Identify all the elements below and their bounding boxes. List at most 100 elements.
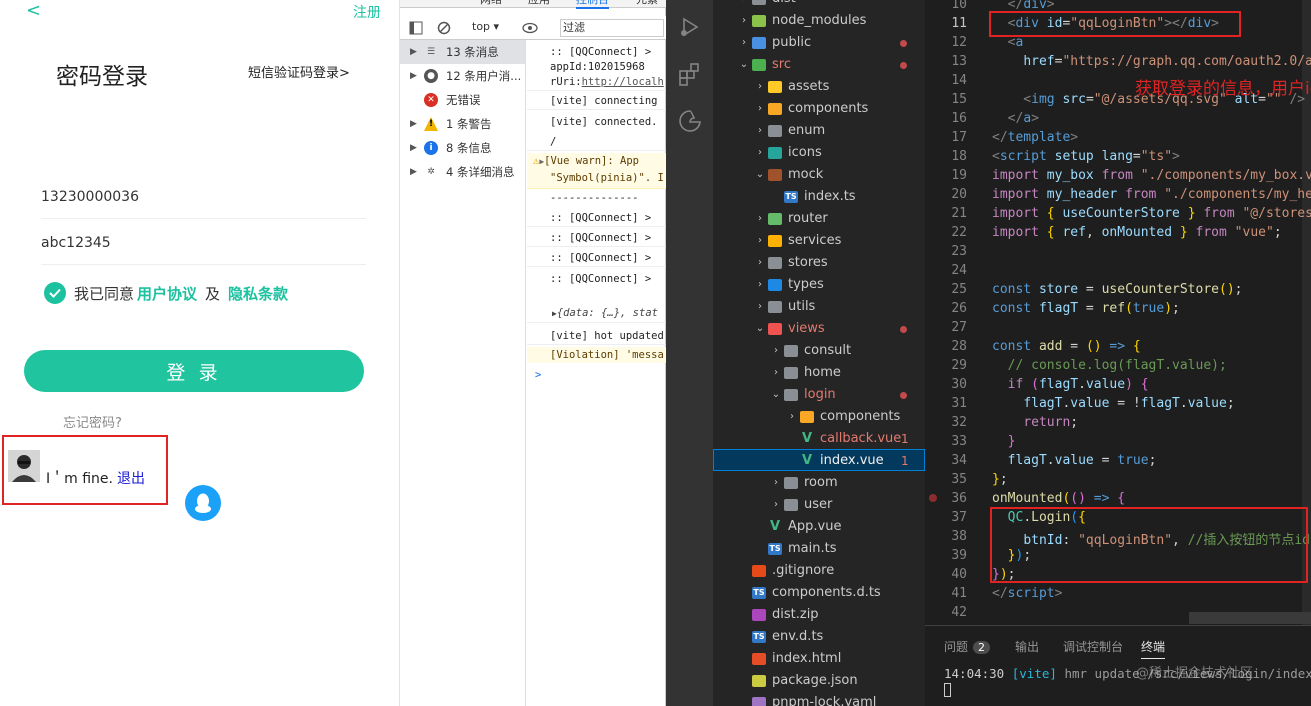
console-prompt[interactable]: > (527, 367, 666, 383)
run-debug-icon[interactable] (677, 14, 703, 40)
expand-arrow-icon[interactable]: ▶ (410, 47, 424, 57)
chevron-right-icon[interactable]: › (752, 252, 768, 274)
tab-application[interactable]: 应用 (528, 0, 550, 7)
register-link[interactable]: 注册 (353, 2, 381, 22)
explorer-item[interactable]: pnpm-lock.yaml (736, 692, 876, 706)
line-number: 39 (951, 548, 967, 563)
code-editor[interactable]: </div> <div id="qqLoginBtn"></div> <a hr… (925, 0, 1311, 625)
explorer-item[interactable]: › enum (752, 120, 825, 142)
explorer-item[interactable]: dist.zip (736, 604, 819, 626)
back-arrow-icon[interactable]: < (26, 0, 41, 21)
chevron-right-icon[interactable]: › (784, 406, 800, 428)
tab-network[interactable]: 网络 (480, 0, 502, 7)
explorer-item[interactable]: V App.vue (752, 516, 842, 538)
explorer-item[interactable]: Vindex.vue 1 (784, 450, 909, 472)
extensions-icon[interactable] (677, 62, 703, 88)
explorer-item[interactable]: › node_modules (736, 10, 866, 32)
explorer-item[interactable]: ⌄ mock (752, 164, 824, 186)
explorer-item[interactable]: › services (752, 230, 841, 252)
sidebar-item-messages[interactable]: ▶ ☰ 13 条消息 (400, 40, 525, 64)
explorer-item[interactable]: ⌄ views (752, 318, 907, 340)
console-object[interactable]: ▶{data: {…}, stat (527, 305, 666, 323)
chevron-down-icon[interactable]: ⌄ (752, 318, 768, 340)
chevron-right-icon[interactable]: › (736, 10, 752, 32)
chevron-right-icon[interactable]: › (752, 296, 768, 318)
sidebar-toggle-icon[interactable] (409, 21, 423, 35)
explorer-item[interactable]: .gitignore (736, 560, 834, 582)
context-select[interactable]: top ▾ (472, 20, 499, 33)
chevron-right-icon[interactable]: › (752, 230, 768, 252)
privacy-link[interactable]: 隐私条款 (228, 283, 288, 304)
explorer-item[interactable]: › components (752, 98, 868, 120)
explorer-item[interactable]: › icons (752, 142, 822, 164)
explorer-item[interactable]: › types (752, 274, 824, 296)
horizontal-scrollbar[interactable] (1189, 612, 1311, 624)
explorer-item[interactable]: TS main.ts (752, 538, 836, 560)
tab-problems[interactable]: 问题 2 (944, 638, 991, 655)
explorer-item[interactable]: package.json (736, 670, 858, 692)
console-warning[interactable]: ⚠▶[Vue warn]: App "Symbol(pinia)". I (527, 153, 666, 189)
chevron-right-icon[interactable]: › (752, 98, 768, 120)
chevron-right-icon[interactable]: › (768, 494, 784, 516)
explorer-item[interactable]: › public (736, 32, 907, 54)
user-agreement-link[interactable]: 用户协议 (137, 283, 197, 304)
expand-arrow-icon[interactable]: ▶ (410, 119, 424, 129)
password-input[interactable]: abc12345 (41, 221, 366, 265)
explorer-item[interactable]: › dist (736, 0, 796, 10)
sms-login-link[interactable]: 短信验证码登录> (248, 62, 350, 81)
explorer-item[interactable]: › room (768, 472, 838, 494)
expand-arrow-icon[interactable]: ▶ (410, 143, 424, 153)
tab-terminal[interactable]: 终端 (1141, 638, 1166, 659)
explorer-item[interactable]: › consult (768, 340, 851, 362)
chevron-right-icon[interactable]: › (752, 120, 768, 142)
expand-arrow-icon[interactable]: ▶ (410, 167, 424, 177)
chevron-down-icon[interactable]: ⌄ (768, 384, 784, 406)
explorer-item[interactable]: TS index.ts (768, 186, 856, 208)
explorer-item[interactable]: ⌄ login (768, 384, 907, 406)
chevron-right-icon[interactable]: › (768, 340, 784, 362)
explorer-item[interactable]: › utils (752, 296, 815, 318)
phone-input[interactable]: 13230000036 (41, 175, 366, 219)
clear-console-icon[interactable] (437, 21, 451, 35)
eye-icon[interactable] (522, 22, 538, 34)
sidebar-item-errors[interactable]: ✕ 无错误 (400, 88, 525, 112)
chevron-right-icon[interactable]: › (768, 472, 784, 494)
tab-output[interactable]: 输出 (1015, 638, 1039, 655)
explorer-item[interactable]: Vcallback.vue 1 (784, 428, 909, 450)
explorer-item[interactable]: ⌄ src (736, 54, 907, 76)
chevron-down-icon[interactable]: ⌄ (736, 54, 752, 76)
chevron-down-icon[interactable]: ⌄ (752, 164, 768, 186)
console-link[interactable]: http://localh (582, 76, 664, 88)
tab-elements[interactable]: 元素 (636, 0, 658, 7)
explorer-item[interactable]: index.html (736, 648, 841, 670)
agree-checkbox[interactable] (44, 282, 66, 304)
explorer-item[interactable]: › user (768, 494, 832, 516)
chevron-right-icon[interactable]: › (752, 142, 768, 164)
sidebar-item-info[interactable]: ▶ i 8 条信息 (400, 136, 525, 160)
chevron-right-icon[interactable]: › (736, 0, 752, 10)
edge-browser-icon[interactable] (677, 108, 703, 134)
tab-debug-console[interactable]: 调试控制台 (1063, 638, 1123, 655)
qq-login-button[interactable] (185, 485, 221, 521)
chevron-right-icon[interactable]: › (768, 362, 784, 384)
explorer-item[interactable]: › router (752, 208, 828, 230)
sidebar-item-warnings[interactable]: ▶ ! 1 条警告 (400, 112, 525, 136)
explorer-item[interactable]: › home (768, 362, 841, 384)
logout-link[interactable]: 退出 (117, 471, 145, 487)
chevron-right-icon[interactable]: › (752, 274, 768, 296)
explorer-item[interactable]: › stores (752, 252, 828, 274)
expand-arrow-icon[interactable]: ▶ (410, 71, 424, 81)
chevron-right-icon[interactable]: › (752, 76, 768, 98)
explorer-item[interactable]: TS env.d.ts (736, 626, 823, 648)
explorer-item[interactable]: TS components.d.ts (736, 582, 881, 604)
sidebar-item-user-messages[interactable]: ▶ ● 12 条用户消... (400, 64, 525, 88)
explorer-item[interactable]: › assets (752, 76, 829, 98)
forgot-password-link[interactable]: 忘记密码? (63, 412, 122, 431)
filter-input[interactable]: 过滤 (560, 19, 664, 37)
sidebar-item-verbose[interactable]: ▶ ✲ 4 条详细消息 (400, 160, 525, 184)
chevron-right-icon[interactable]: › (736, 32, 752, 54)
explorer-item[interactable]: › components (784, 406, 900, 428)
chevron-right-icon[interactable]: › (752, 208, 768, 230)
tab-console[interactable]: 控制台 (576, 0, 609, 9)
login-button[interactable]: 登 录 (24, 350, 364, 392)
